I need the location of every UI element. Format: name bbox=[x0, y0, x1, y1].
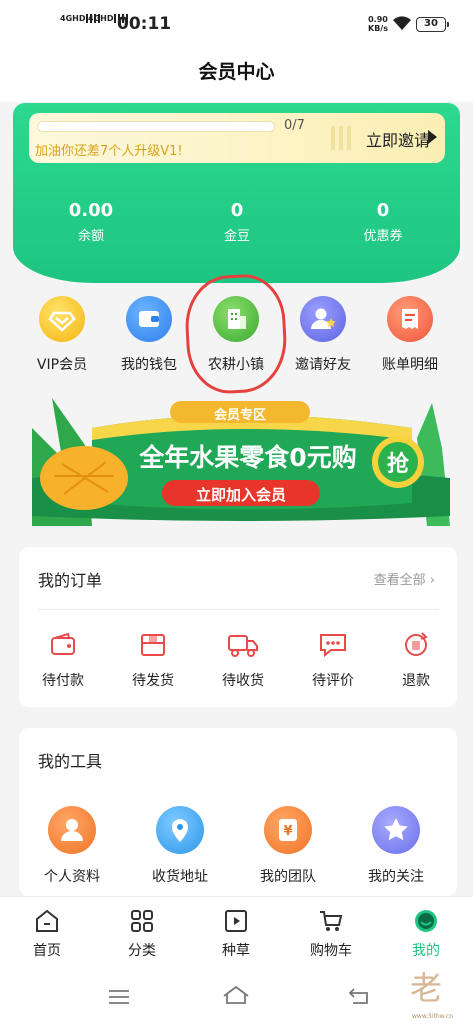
order-label: 待评价 bbox=[312, 673, 354, 689]
nav-category[interactable]: 分类 bbox=[102, 909, 182, 960]
quick-menu-vip[interactable]: VIP会员 bbox=[17, 296, 107, 374]
home-icon bbox=[36, 909, 58, 932]
member-card: 0/7 加油你还差7个人升级V1! 立即邀请 0.00 余额 0 金豆 0 优惠券 bbox=[13, 103, 460, 283]
upgrade-banner: 0/7 加油你还差7个人升级V1! 立即邀请 bbox=[29, 113, 445, 163]
wallet-icon bbox=[51, 632, 75, 655]
watermark-url: www.5ithw.cn bbox=[412, 1013, 454, 1020]
orders-card: 我的订单 查看全部 › 待付款 待发货 待收货 待评价 退款 bbox=[19, 547, 457, 707]
profile-icon bbox=[48, 806, 96, 854]
status-bar: 4GHD 4GHD 00:11 0.90 KB/s 30 bbox=[0, 0, 473, 50]
bill-icon bbox=[387, 296, 433, 342]
gold-bean-label: 金豆 bbox=[223, 229, 250, 244]
nav-home[interactable]: 首页 bbox=[7, 909, 87, 960]
system-navigation-bar bbox=[0, 968, 473, 1024]
order-label: 退款 bbox=[402, 673, 430, 689]
order-label: 待发货 bbox=[132, 673, 174, 689]
quick-menu-label: 邀请好友 bbox=[295, 357, 351, 373]
tool-follow[interactable]: 我的关注 bbox=[356, 806, 436, 886]
tool-team[interactable]: ¥ 我的团队 bbox=[248, 806, 328, 886]
vip-diamond-icon bbox=[39, 296, 85, 342]
view-all-label: 查看全部 bbox=[373, 573, 426, 588]
order-label: 待付款 bbox=[42, 673, 84, 689]
nav-cart[interactable]: 购物车 bbox=[291, 909, 371, 960]
quick-menu-label: 我的钱包 bbox=[121, 357, 177, 373]
tools-card: 我的工具 个人资料 收货地址 ¥ 我的团队 我的关注 bbox=[19, 728, 457, 896]
nav-label: 首页 bbox=[33, 943, 61, 959]
orders-title: 我的订单 bbox=[38, 571, 103, 590]
back-icon[interactable] bbox=[347, 986, 373, 1006]
view-all-orders-link[interactable]: 查看全部 › bbox=[374, 569, 435, 588]
clock: 00:11 bbox=[117, 14, 172, 34]
cart-icon bbox=[320, 911, 343, 931]
tool-label: 收货地址 bbox=[152, 869, 208, 885]
order-refund[interactable]: 退款 bbox=[381, 632, 451, 690]
play-icon bbox=[225, 910, 247, 932]
profile-smile-icon bbox=[415, 910, 437, 932]
coupon-stat[interactable]: 0 优惠券 bbox=[323, 200, 443, 244]
invite-user-icon bbox=[300, 296, 346, 342]
level-progress-bar bbox=[37, 121, 275, 132]
order-label: 待收货 bbox=[222, 673, 264, 689]
balance-label: 余额 bbox=[77, 229, 104, 244]
page-title: 会员中心 bbox=[198, 61, 275, 83]
order-pending-receipt[interactable]: 待收货 bbox=[208, 632, 278, 690]
comment-icon bbox=[320, 634, 346, 658]
balance-value: 0.00 bbox=[68, 200, 114, 221]
quick-menu-label: VIP会员 bbox=[36, 357, 88, 373]
truck-icon bbox=[228, 635, 258, 657]
order-pending-payment[interactable]: 待付款 bbox=[28, 632, 98, 690]
battery-indicator: 30 bbox=[416, 17, 449, 32]
divider bbox=[38, 609, 438, 610]
bottom-nav: 首页 分类 种草 购物车 我的 bbox=[0, 896, 473, 968]
coupon-label: 优惠券 bbox=[363, 229, 403, 244]
svg-text:¥: ¥ bbox=[283, 824, 292, 839]
nav-mine[interactable]: 我的 bbox=[386, 909, 466, 960]
location-icon bbox=[156, 806, 204, 854]
nav-label: 种草 bbox=[222, 943, 250, 959]
chevron-right-icon: › bbox=[429, 573, 435, 588]
banner-divider bbox=[331, 126, 357, 150]
tool-address[interactable]: 收货地址 bbox=[140, 806, 220, 886]
page-header: 会员中心 bbox=[0, 50, 473, 102]
refund-icon bbox=[405, 632, 428, 656]
upgrade-hint: 加油你还差7个人升级V1! bbox=[35, 144, 183, 159]
home-gesture-icon[interactable] bbox=[221, 984, 251, 1006]
quick-menu-invite-friends[interactable]: 邀请好友 bbox=[278, 296, 368, 374]
grab-badge[interactable]: 抢 bbox=[378, 446, 418, 478]
tool-label: 我的团队 bbox=[260, 869, 316, 885]
order-pending-shipment[interactable]: 待发货 bbox=[118, 632, 188, 690]
category-icon bbox=[131, 910, 153, 932]
network-speed: 0.90 KB/s bbox=[368, 15, 388, 33]
invite-now-button[interactable]: 立即邀请 bbox=[366, 127, 430, 151]
gold-bean-value: 0 bbox=[230, 200, 244, 221]
nav-label: 分类 bbox=[128, 943, 156, 959]
order-pending-review[interactable]: 待评价 bbox=[298, 632, 368, 690]
wallet-icon bbox=[126, 296, 172, 342]
promo-headline: 全年水果零食0元购 bbox=[139, 443, 357, 472]
quick-menu-wallet[interactable]: 我的钱包 bbox=[104, 296, 194, 374]
join-member-button[interactable]: 立即加入会员 bbox=[162, 484, 320, 505]
promo-tag: 会员专区 bbox=[213, 408, 266, 423]
star-icon bbox=[372, 806, 420, 854]
promo-banner[interactable]: 会员专区 全年水果零食0元购 立即加入会员 抢 bbox=[32, 398, 450, 526]
tool-label: 个人资料 bbox=[44, 869, 100, 885]
progress-count: 0/7 bbox=[284, 118, 305, 133]
nav-label: 我的 bbox=[412, 943, 440, 959]
tool-profile[interactable]: 个人资料 bbox=[32, 806, 112, 886]
arrow-right-icon[interactable] bbox=[428, 130, 437, 144]
tool-label: 我的关注 bbox=[368, 869, 424, 885]
balance-stat[interactable]: 0.00 余额 bbox=[31, 200, 151, 244]
nav-discover[interactable]: 种草 bbox=[196, 909, 276, 960]
menu-icon[interactable] bbox=[107, 988, 131, 1006]
gold-bean-stat[interactable]: 0 金豆 bbox=[177, 200, 297, 244]
annotation-circle bbox=[182, 272, 290, 396]
wifi-icon bbox=[393, 16, 411, 30]
coupon-value: 0 bbox=[376, 200, 390, 221]
quick-menu-label: 账单明细 bbox=[382, 357, 438, 373]
quick-menu-bill-details[interactable]: 账单明细 bbox=[365, 296, 455, 374]
yen-icon: ¥ bbox=[264, 806, 312, 854]
tools-title: 我的工具 bbox=[38, 752, 103, 771]
nav-label: 购物车 bbox=[310, 943, 352, 959]
package-icon bbox=[141, 634, 165, 656]
